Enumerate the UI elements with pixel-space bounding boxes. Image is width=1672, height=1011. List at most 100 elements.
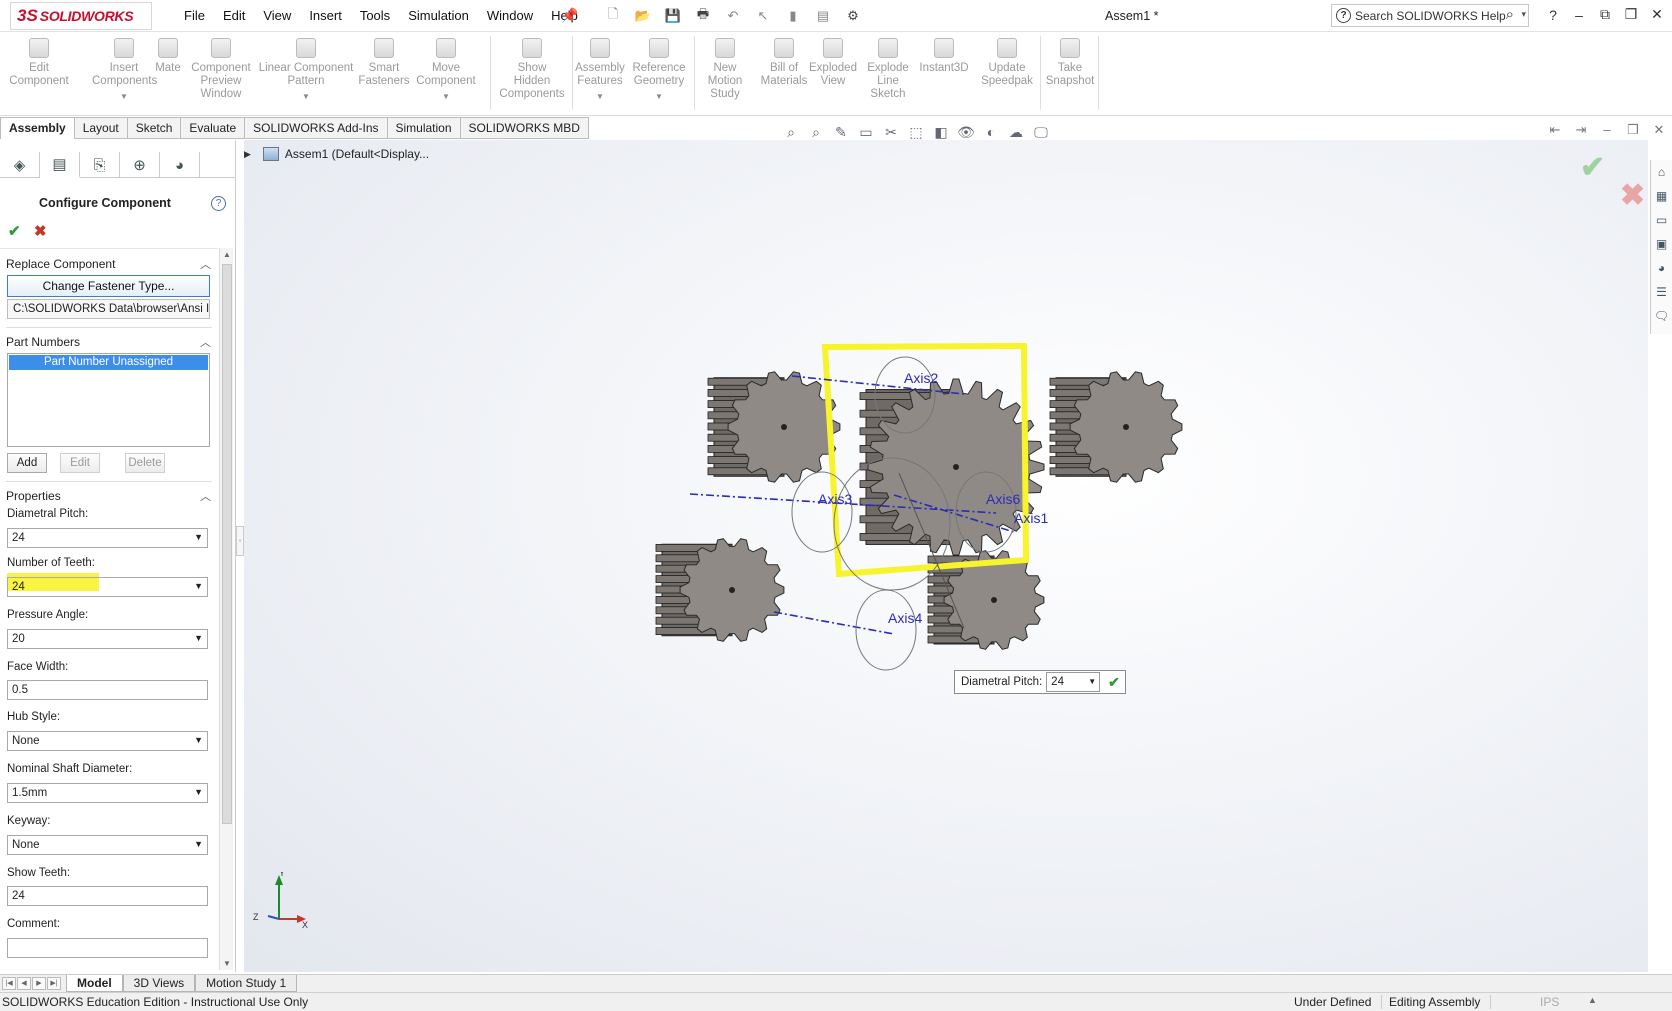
custom-properties-icon[interactable]: ☰ bbox=[1651, 280, 1672, 304]
viewport-minimize-icon[interactable]: – bbox=[1597, 122, 1617, 138]
forum-icon[interactable]: 🗨 bbox=[1651, 304, 1672, 328]
property-manager-icon[interactable]: ▤ bbox=[40, 152, 80, 178]
scroll-up-icon[interactable]: ▲ bbox=[223, 250, 231, 259]
axis-line-4[interactable] bbox=[773, 611, 895, 635]
tab-model[interactable]: Model bbox=[66, 975, 123, 992]
next-tab-icon[interactable]: ▶ bbox=[32, 977, 46, 990]
ribbon-button-component-preview-window[interactable]: Component Preview Window bbox=[186, 38, 256, 101]
axis-label-axis6[interactable]: Axis6 bbox=[986, 491, 1020, 507]
ribbon-button-instant3d[interactable]: Instant3D bbox=[914, 38, 974, 75]
resources-home-icon[interactable]: ⌂ bbox=[1651, 160, 1672, 184]
menu-tools[interactable]: Tools bbox=[351, 8, 399, 23]
ribbon-dropdown-icon[interactable]: ▼ bbox=[630, 90, 688, 103]
help-search-box[interactable]: ? Search SOLIDWORKS Help ⌕ ▾ bbox=[1331, 4, 1529, 27]
ribbon-button-move-component[interactable]: Move Component ▼ bbox=[416, 38, 476, 103]
viewport-next-icon[interactable]: ⇥ bbox=[1571, 122, 1591, 138]
first-tab-icon[interactable]: |◀ bbox=[2, 977, 16, 990]
edit-appearance-icon[interactable]: ◐ bbox=[980, 122, 1002, 142]
section-view-icon[interactable]: ▭ bbox=[855, 122, 877, 142]
zoom-to-area-icon[interactable]: ⌕ bbox=[805, 122, 827, 142]
panel-splitter-handle[interactable]: ◦ bbox=[236, 526, 244, 556]
ribbon-button-assembly-features[interactable]: Assembly Features ▼ bbox=[572, 38, 628, 103]
file-explorer-icon[interactable]: ▭ bbox=[1651, 208, 1672, 232]
collapse-chevron-icon[interactable]: ︿ bbox=[200, 256, 211, 272]
teeth-select[interactable]: 24 ▼ bbox=[7, 577, 208, 597]
part-number-list[interactable]: Part Number Unassigned bbox=[7, 353, 210, 447]
shaft-diameter-select[interactable]: 1.5mm ▼ bbox=[7, 783, 208, 803]
dimxpert-icon[interactable]: ⊕ bbox=[120, 152, 160, 178]
popup-accept-icon[interactable]: ✔ bbox=[1108, 674, 1120, 691]
change-fastener-button[interactable]: Change Fastener Type... bbox=[7, 275, 210, 297]
configuration-manager-icon[interactable]: ⎘ bbox=[80, 152, 120, 178]
axis-label-axis3[interactable]: Axis3 bbox=[818, 491, 852, 507]
print-icon[interactable]: 🖶 bbox=[690, 6, 716, 26]
pressure-angle-select[interactable]: 20 ▼ bbox=[7, 629, 208, 649]
edit-button[interactable]: Edit bbox=[60, 453, 100, 473]
collapse-chevron-icon[interactable]: ︿ bbox=[200, 488, 211, 504]
show-teeth-input[interactable]: 24 bbox=[7, 886, 208, 906]
tab-evaluate[interactable]: Evaluate bbox=[181, 117, 246, 139]
component-path-field[interactable]: C:\SOLIDWORKS Data\browser\Ansi In bbox=[7, 299, 210, 319]
search-dropdown-icon[interactable]: ▾ bbox=[1521, 9, 1526, 20]
pm-help-icon[interactable]: ? bbox=[211, 196, 226, 211]
ribbon-button-update-speedpak[interactable]: Update Speedpak bbox=[976, 38, 1038, 88]
scrollbar-thumb[interactable] bbox=[222, 264, 232, 824]
properties-group[interactable]: Properties bbox=[6, 489, 61, 503]
viewport-restore-icon[interactable]: ❐ bbox=[1623, 122, 1643, 138]
restore-icon[interactable]: ❐ bbox=[1618, 6, 1644, 23]
scroll-down-icon[interactable]: ▼ bbox=[223, 959, 231, 968]
menu-edit[interactable]: Edit bbox=[214, 8, 254, 23]
tab-mbd[interactable]: SOLIDWORKS MBD bbox=[460, 117, 589, 139]
new-icon[interactable]: 🗋 bbox=[600, 6, 626, 26]
axis-label-axis2[interactable]: Axis2 bbox=[904, 370, 938, 386]
gear-assembly-model[interactable]: Axis2 Axis3 Axis6 Axis1 Axis4 bbox=[244, 140, 1648, 972]
ribbon-button-bill-of-materials[interactable]: Bill of Materials bbox=[758, 38, 810, 88]
tab-motion-study[interactable]: Motion Study 1 bbox=[195, 975, 298, 992]
close-icon[interactable]: ✕ bbox=[1644, 6, 1670, 23]
solidworks-logo[interactable]: 3S SOLIDWORKS bbox=[10, 2, 152, 30]
pm-scrollbar[interactable]: ▲ ▼ bbox=[219, 248, 233, 970]
viewport-close-icon[interactable]: ✕ bbox=[1649, 122, 1669, 138]
search-icon[interactable]: ⌕ bbox=[1506, 6, 1514, 23]
display-manager-icon[interactable]: ◕ bbox=[160, 152, 200, 178]
ribbon-dropdown-icon[interactable]: ▼ bbox=[92, 90, 156, 103]
open-icon[interactable]: 📂 bbox=[630, 6, 656, 26]
tab-3d-views[interactable]: 3D Views bbox=[122, 975, 196, 992]
menu-insert[interactable]: Insert bbox=[300, 8, 351, 23]
help-icon[interactable]: ? bbox=[1540, 7, 1566, 23]
axis-label-axis4[interactable]: Axis4 bbox=[888, 610, 922, 626]
ribbon-button-reference-geometry[interactable]: Reference Geometry ▼ bbox=[630, 38, 688, 103]
view-palette-icon[interactable]: ▣ bbox=[1651, 232, 1672, 256]
pm-ok-icon[interactable]: ✔ bbox=[8, 222, 21, 240]
display-style-icon[interactable]: ◧ bbox=[930, 122, 952, 142]
replace-component-group[interactable]: Replace Component bbox=[6, 257, 115, 271]
options-gear-icon[interactable]: ⚙ bbox=[840, 6, 866, 26]
menu-window[interactable]: Window bbox=[478, 8, 542, 23]
hub-style-select[interactable]: None ▼ bbox=[7, 731, 208, 751]
tab-addins[interactable]: SOLIDWORKS Add-Ins bbox=[245, 117, 388, 139]
dynamic-annotation-icon[interactable]: ✂ bbox=[880, 122, 902, 142]
undo-icon[interactable]: ↶ bbox=[720, 6, 746, 26]
appearances-icon[interactable]: ◕ bbox=[1651, 256, 1672, 280]
face-width-input[interactable]: 0.5 bbox=[7, 680, 208, 700]
ribbon-button-explode-line-sketch[interactable]: Explode Line Sketch bbox=[862, 38, 914, 101]
collapse-chevron-icon[interactable]: ︿ bbox=[200, 334, 211, 350]
tile-icon[interactable]: ⧉ bbox=[1592, 6, 1618, 23]
view-settings-icon[interactable]: 🖵 bbox=[1030, 122, 1052, 142]
ribbon-dropdown-icon[interactable]: ▼ bbox=[416, 90, 476, 103]
ribbon-button-insert-components[interactable]: Insert Components ▼ bbox=[92, 38, 157, 103]
zoom-to-fit-icon[interactable]: ⌕ bbox=[780, 122, 802, 142]
previous-view-icon[interactable]: ✎ bbox=[830, 122, 852, 142]
apply-scene-icon[interactable]: ☁ bbox=[1005, 122, 1027, 142]
menu-simulation[interactable]: Simulation bbox=[399, 8, 478, 23]
ribbon-button-take-snapshot[interactable]: Take Snapshot bbox=[1040, 38, 1100, 88]
menu-file[interactable]: File bbox=[175, 8, 214, 23]
ribbon-button-edit-component[interactable]: Edit Component bbox=[8, 38, 70, 88]
save-icon[interactable]: 💾 bbox=[660, 6, 686, 26]
ribbon-button-show-hidden-components[interactable]: Show Hidden Components bbox=[492, 38, 572, 101]
status-units[interactable]: IPS bbox=[1540, 995, 1559, 1009]
menu-view[interactable]: View bbox=[254, 8, 300, 23]
ribbon-button-exploded-view[interactable]: Exploded View bbox=[806, 38, 860, 88]
rebuild-icon[interactable]: ▮ bbox=[780, 6, 806, 26]
hide-show-icon[interactable]: 👁 bbox=[955, 122, 977, 142]
